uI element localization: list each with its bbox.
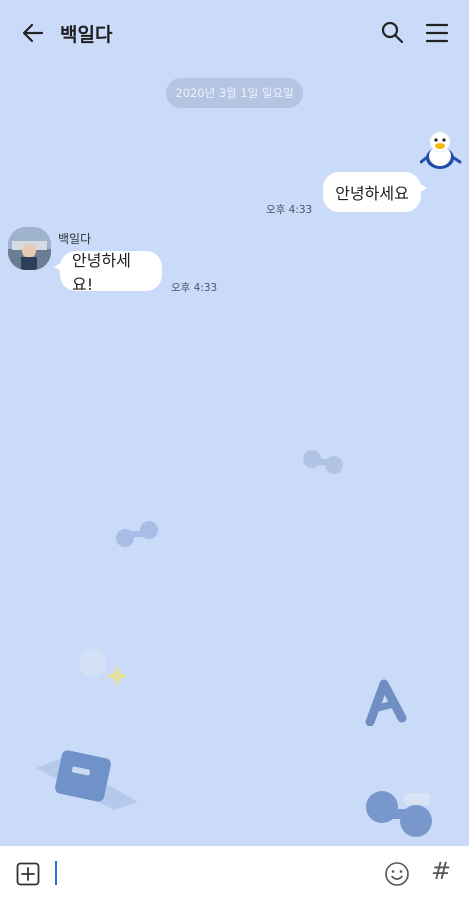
- message-text: 안녕하세요: [335, 184, 409, 203]
- message-time: 오후 4:33: [266, 204, 313, 216]
- dumbbell-decoration-icon: [303, 450, 343, 474]
- sender-name: 백일다: [58, 232, 92, 246]
- hashtag-button[interactable]: #: [431, 857, 451, 885]
- weight-decoration-icon: [36, 750, 138, 810]
- message-time: 오후 4:33: [171, 282, 218, 294]
- emoji-icon[interactable]: [384, 861, 410, 887]
- message-text: 안녕하세요!: [72, 251, 131, 294]
- hamburger-menu-icon[interactable]: [424, 20, 450, 46]
- profile-photo-icon: [8, 227, 51, 270]
- text-cursor[interactable]: [55, 861, 57, 885]
- sparkle-decoration-icon: [79, 649, 128, 687]
- letter-a-decoration-icon: [365, 679, 407, 726]
- dumbbell-decoration-icon: [366, 791, 432, 837]
- chat-header: 백일다: [0, 0, 469, 66]
- arrow-left-icon[interactable]: [20, 20, 46, 46]
- search-icon[interactable]: [379, 19, 405, 45]
- their-message-bubble[interactable]: 안녕하세요!: [54, 251, 162, 294]
- chat-title: 백일다: [60, 24, 113, 46]
- date-divider: 2020년 3월 1일 일요일: [166, 78, 303, 108]
- avatar[interactable]: [8, 227, 51, 270]
- my-message-bubble[interactable]: 안녕하세요: [323, 172, 427, 212]
- duck-sticker-icon: [420, 131, 462, 169]
- plus-square-icon[interactable]: [16, 862, 40, 886]
- dumbbell-decoration-icon: [116, 521, 158, 547]
